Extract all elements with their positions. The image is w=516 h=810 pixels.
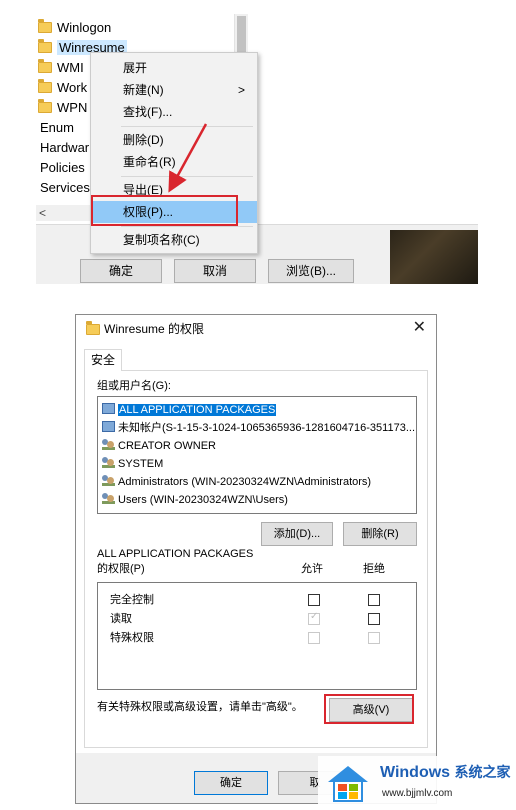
deny-special-checkbox [368, 632, 380, 644]
tab-security[interactable]: 安全 [84, 349, 122, 371]
windows-logo-icon [328, 766, 368, 802]
deny-read-checkbox[interactable] [368, 613, 380, 625]
folder-icon [38, 99, 52, 113]
list-item-user[interactable]: CREATOR OWNER [102, 437, 216, 455]
folder-icon [38, 79, 52, 93]
tree-item-wmi[interactable]: WMI [38, 58, 84, 78]
watermark-url: www.bjjmlv.com [382, 788, 453, 799]
tree-item-work[interactable]: Work [38, 78, 87, 98]
watermark-logo: Windows 系统之家 www.bjjmlv.com [318, 756, 516, 810]
folder-icon [38, 39, 52, 53]
advanced-hint: 有关特殊权限或高级设置，请单击"高级"。 [97, 701, 303, 713]
permissions-list: 完全控制 读取 特殊权限 [97, 582, 417, 690]
highlight-box-advanced [324, 694, 414, 724]
menu-item-expand[interactable]: 展开 [91, 57, 257, 79]
users-listbox[interactable]: ALL APPLICATION PACKAGES 未知帐户(S-1-15-3-1… [97, 396, 417, 514]
folder-icon [38, 19, 52, 33]
users-icon [102, 475, 115, 486]
list-item-user[interactable]: Administrators (WIN-20230324WZN\Administ… [102, 473, 371, 491]
registry-editor-snippet: Winlogon Winresume WMI Work WPN Enum Har… [36, 14, 478, 284]
tree-item-services[interactable]: Services [40, 178, 90, 198]
add-button[interactable]: 添加(D)... [261, 522, 333, 546]
allow-special-checkbox [308, 632, 320, 644]
tree-item-wpn[interactable]: WPN [38, 98, 87, 118]
folder-icon [38, 59, 52, 73]
tree-item-policies[interactable]: Policies [40, 158, 85, 178]
highlight-box-permissions [91, 195, 238, 226]
package-icon [102, 403, 115, 414]
menu-separator [121, 226, 253, 227]
permission-read: 读取 [110, 613, 132, 625]
package-icon [102, 421, 115, 432]
background-image [390, 230, 478, 284]
menu-item-delete[interactable]: 删除(D) [91, 129, 257, 151]
tab-panel-security: 组或用户名(G): ALL APPLICATION PACKAGES 未知帐户(… [84, 370, 428, 748]
menu-item-find[interactable]: 查找(F)... [91, 101, 257, 123]
title-bar: Winresume 的权限 ✕ [76, 315, 436, 343]
permissions-for-label: ALL APPLICATION PACKAGES [97, 548, 254, 560]
dialog-title: Winresume 的权限 [104, 322, 205, 336]
menu-separator [121, 126, 253, 127]
deny-full-control-checkbox[interactable] [368, 594, 380, 606]
ok-button[interactable]: 确定 [194, 771, 268, 795]
users-icon [102, 457, 115, 468]
users-icon [102, 439, 115, 450]
allow-full-control-checkbox[interactable] [308, 594, 320, 606]
permission-special: 特殊权限 [110, 632, 154, 644]
list-item-user[interactable]: 未知帐户(S-1-15-3-1024-1065365936-1281604716… [102, 419, 415, 437]
tree-item-hardware[interactable]: Hardwar [40, 138, 89, 158]
menu-item-rename[interactable]: 重命名(R) [91, 151, 257, 173]
watermark-title: Windows 系统之家 [380, 764, 511, 781]
folder-icon [86, 321, 100, 335]
menu-item-copy-key-name[interactable]: 复制项名称(C) [91, 229, 257, 251]
deny-column-header: 拒绝 [363, 563, 385, 575]
remove-button[interactable]: 删除(R) [343, 522, 417, 546]
tree-item-winlogon[interactable]: Winlogon [38, 18, 111, 38]
menu-item-new[interactable]: 新建(N) > [91, 79, 257, 101]
permissions-for-label-suffix: 的权限(P) [97, 563, 145, 575]
allow-read-checkbox [308, 611, 320, 625]
list-item-user[interactable]: SYSTEM [102, 455, 163, 473]
list-item-user[interactable]: Users (WIN-20230324WZN\Users) [102, 491, 288, 509]
menu-separator [121, 176, 253, 177]
list-item-user[interactable]: ALL APPLICATION PACKAGES [102, 401, 277, 419]
submenu-arrow-icon: > [237, 83, 245, 97]
groups-label: 组或用户名(G): [97, 380, 171, 392]
users-icon [102, 493, 115, 504]
scrollbar-thumb[interactable] [237, 16, 246, 52]
tree-item-enum[interactable]: Enum [40, 118, 74, 138]
close-icon[interactable]: ✕ [413, 318, 426, 338]
ok-button[interactable]: 确定 [80, 259, 162, 283]
permission-full-control: 完全控制 [110, 594, 154, 606]
browse-button[interactable]: 浏览(B)... [268, 259, 354, 283]
allow-column-header: 允许 [301, 563, 323, 575]
cancel-button[interactable]: 取消 [174, 259, 256, 283]
permissions-dialog: Winresume 的权限 ✕ 安全 组或用户名(G): ALL APPLICA… [75, 314, 437, 804]
scroll-left-arrow-icon[interactable]: < [39, 205, 46, 221]
